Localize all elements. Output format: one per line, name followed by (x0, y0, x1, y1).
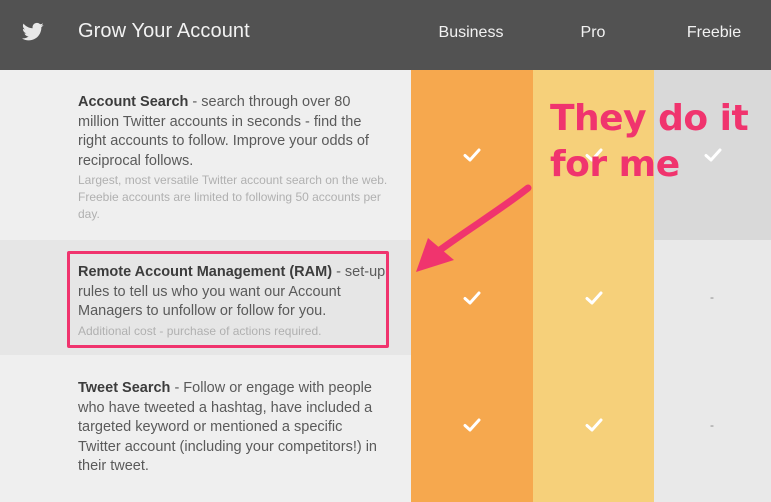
not-included-dash: - (710, 418, 714, 432)
annotation-line: They do it (550, 98, 749, 139)
annotation-text: They do it for me (550, 96, 749, 188)
business-plan-column (411, 70, 533, 502)
page-title: Grow Your Account (78, 20, 250, 42)
check-icon (463, 418, 481, 432)
feature-tweet-search: Tweet Search - Follow or engage with peo… (78, 379, 388, 477)
column-header-freebie[interactable]: Freebie (654, 24, 771, 42)
highlight-box (67, 251, 389, 348)
feature-name: Account Search (78, 94, 189, 110)
twitter-bird-icon (22, 22, 44, 41)
page-header: Grow Your Account Business Pro Freebie (0, 0, 771, 70)
feature-account-search: Account Search - search through over 80 … (78, 93, 388, 223)
feature-name: Tweet Search (78, 380, 171, 396)
check-icon (463, 148, 481, 162)
column-header-pro[interactable]: Pro (533, 24, 653, 42)
not-included-dash: - (710, 290, 714, 304)
check-icon (585, 291, 603, 305)
check-icon (585, 418, 603, 432)
column-header-business[interactable]: Business (411, 24, 531, 42)
check-icon (463, 291, 481, 305)
annotation-line: for me (550, 144, 680, 185)
feature-note: Largest, most versatile Twitter account … (78, 173, 388, 221)
annotation-arrow-icon (416, 184, 532, 272)
